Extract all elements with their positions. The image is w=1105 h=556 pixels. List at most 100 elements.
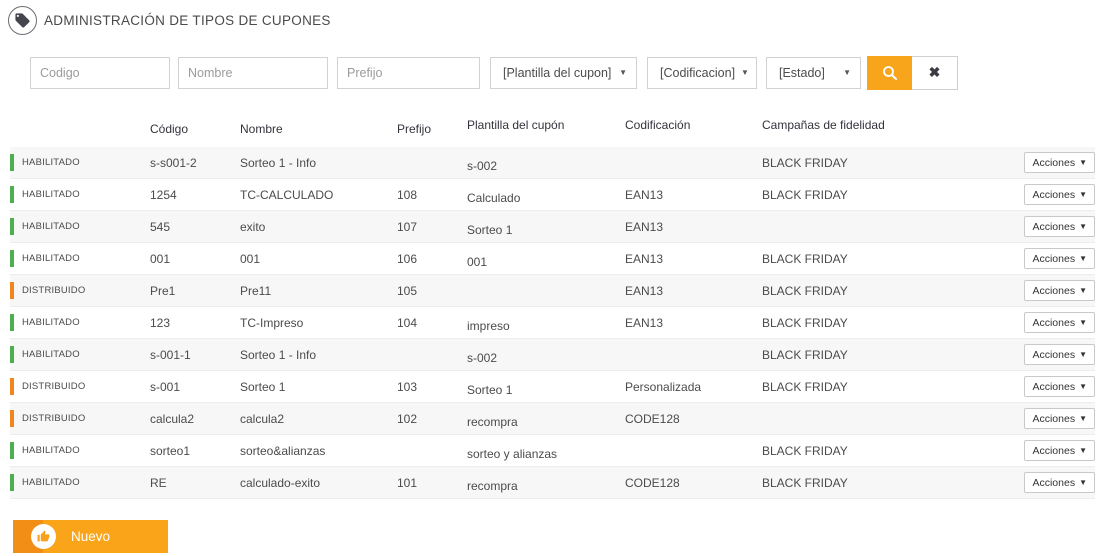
acciones-button-label: Acciones (1032, 349, 1075, 361)
acciones-button[interactable]: Acciones ▼ (1024, 184, 1095, 205)
status-badge: HABILITADO (22, 189, 80, 200)
cell-codificacion: EAN13 (625, 188, 762, 202)
cell-nombre: Sorteo 1 - Info (240, 348, 397, 362)
cell-prefijo: 105 (397, 284, 467, 298)
chevron-down-icon: ▼ (1079, 479, 1087, 487)
nombre-filter-input[interactable] (178, 57, 328, 89)
status-badge: HABILITADO (22, 157, 80, 168)
cell-plantilla: s-002 (467, 351, 625, 365)
search-button[interactable] (867, 56, 912, 90)
acciones-button-label: Acciones (1032, 445, 1075, 457)
codificacion-select[interactable]: [Codificacion] ▼ (647, 57, 757, 89)
plantilla-select[interactable]: [Plantilla del cupon] ▼ (490, 57, 637, 89)
acciones-button[interactable]: Acciones ▼ (1024, 408, 1095, 429)
cell-codigo: s-001-1 (150, 348, 240, 362)
actions-cell: Acciones ▼ (1019, 152, 1095, 173)
cell-codificacion: Personalizada (625, 380, 762, 394)
status-bar (10, 154, 14, 171)
header-prefijo: Prefijo (397, 122, 467, 136)
actions-cell: Acciones ▼ (1019, 216, 1095, 237)
header-codificacion: Codificación (625, 118, 762, 132)
status-badge: HABILITADO (22, 253, 80, 264)
estado-select[interactable]: [Estado] ▼ (766, 57, 861, 89)
footer: Nuevo (13, 520, 1105, 553)
status-badge: DISTRIBUIDO (22, 381, 85, 392)
cell-codigo: s-001 (150, 380, 240, 394)
status-badge: HABILITADO (22, 477, 80, 488)
chevron-down-icon: ▼ (1079, 383, 1087, 391)
status-cell: HABILITADO (10, 339, 150, 370)
status-cell: HABILITADO (10, 435, 150, 466)
acciones-button[interactable]: Acciones ▼ (1024, 280, 1095, 301)
status-cell: HABILITADO (10, 179, 150, 210)
actions-cell: Acciones ▼ (1019, 440, 1095, 461)
cell-plantilla: Sorteo 1 (467, 223, 625, 237)
actions-cell: Acciones ▼ (1019, 184, 1095, 205)
table-row: DISTRIBUIDO calcula2 calcula2 102 recomp… (10, 403, 1095, 435)
cell-prefijo: 101 (397, 476, 467, 490)
page-header: ADMINISTRACIÓN DE TIPOS DE CUPONES (0, 0, 1105, 36)
status-cell: HABILITADO (10, 243, 150, 274)
cell-prefijo: 108 (397, 188, 467, 202)
chevron-down-icon: ▼ (1079, 415, 1087, 423)
cell-codigo: calcula2 (150, 412, 240, 426)
cell-codificacion: EAN13 (625, 284, 762, 298)
cell-plantilla: sorteo y alianzas (467, 447, 625, 461)
table-header-row: Código Nombre Prefijo Plantilla del cupó… (10, 111, 1095, 147)
cell-codigo: 545 (150, 220, 240, 234)
cell-nombre: Pre11 (240, 284, 397, 298)
cell-plantilla: recompra (467, 415, 625, 429)
cell-codificacion: CODE128 (625, 476, 762, 490)
thumbs-up-icon (31, 524, 56, 549)
status-cell: HABILITADO (10, 147, 150, 178)
cell-codigo: 123 (150, 316, 240, 330)
nuevo-button-label: Nuevo (71, 529, 110, 544)
acciones-button[interactable]: Acciones ▼ (1024, 312, 1095, 333)
cell-nombre: Sorteo 1 - Info (240, 156, 397, 170)
status-cell: HABILITADO (10, 211, 150, 242)
table-row: HABILITADO 123 TC-Impreso 104 impreso EA… (10, 307, 1095, 339)
filter-bar: [Plantilla del cupon] ▼ [Codificacion] ▼… (30, 56, 1105, 89)
cell-plantilla: s-002 (467, 159, 625, 173)
cell-campanas: BLACK FRIDAY (762, 380, 1019, 394)
cell-codificacion: EAN13 (625, 220, 762, 234)
acciones-button[interactable]: Acciones ▼ (1024, 248, 1095, 269)
status-cell: DISTRIBUIDO (10, 371, 150, 402)
nuevo-button[interactable]: Nuevo (13, 520, 168, 553)
chevron-down-icon: ▼ (1079, 319, 1087, 327)
chevron-down-icon: ▼ (1079, 351, 1087, 359)
table-row: HABILITADO 001 001 106 001 EAN13 BLACK F… (10, 243, 1095, 275)
acciones-button[interactable]: Acciones ▼ (1024, 152, 1095, 173)
table-row: HABILITADO RE calculado-exito 101 recomp… (10, 467, 1095, 499)
cell-campanas: BLACK FRIDAY (762, 444, 1019, 458)
cell-nombre: sorteo&alianzas (240, 444, 397, 458)
codigo-filter-input[interactable] (30, 57, 170, 89)
prefijo-filter-input[interactable] (337, 57, 480, 89)
table-row: HABILITADO 545 exito 107 Sorteo 1 EAN13 … (10, 211, 1095, 243)
acciones-button-label: Acciones (1032, 221, 1075, 233)
status-cell: HABILITADO (10, 307, 150, 338)
acciones-button[interactable]: Acciones ▼ (1024, 344, 1095, 365)
dropdown-caret-icon: ▼ (741, 68, 749, 77)
cell-campanas: BLACK FRIDAY (762, 476, 1019, 490)
cell-prefijo: 102 (397, 412, 467, 426)
actions-cell: Acciones ▼ (1019, 248, 1095, 269)
acciones-button[interactable]: Acciones ▼ (1024, 440, 1095, 461)
clear-filters-button[interactable]: ✖ (912, 56, 958, 90)
acciones-button-label: Acciones (1032, 381, 1075, 393)
status-bar (10, 410, 14, 427)
acciones-button[interactable]: Acciones ▼ (1024, 216, 1095, 237)
status-badge: DISTRIBUIDO (22, 413, 85, 424)
cell-nombre: exito (240, 220, 397, 234)
status-badge: HABILITADO (22, 221, 80, 232)
cell-campanas: BLACK FRIDAY (762, 188, 1019, 202)
acciones-button[interactable]: Acciones ▼ (1024, 376, 1095, 397)
status-badge: HABILITADO (22, 445, 80, 456)
cell-codigo: sorteo1 (150, 444, 240, 458)
acciones-button[interactable]: Acciones ▼ (1024, 472, 1095, 493)
table-row: DISTRIBUIDO Pre1 Pre11 105 EAN13 BLACK F… (10, 275, 1095, 307)
codificacion-select-value: [Codificacion] (660, 66, 735, 80)
cell-plantilla: 001 (467, 255, 625, 269)
close-icon: ✖ (929, 64, 941, 81)
cell-prefijo: 106 (397, 252, 467, 266)
